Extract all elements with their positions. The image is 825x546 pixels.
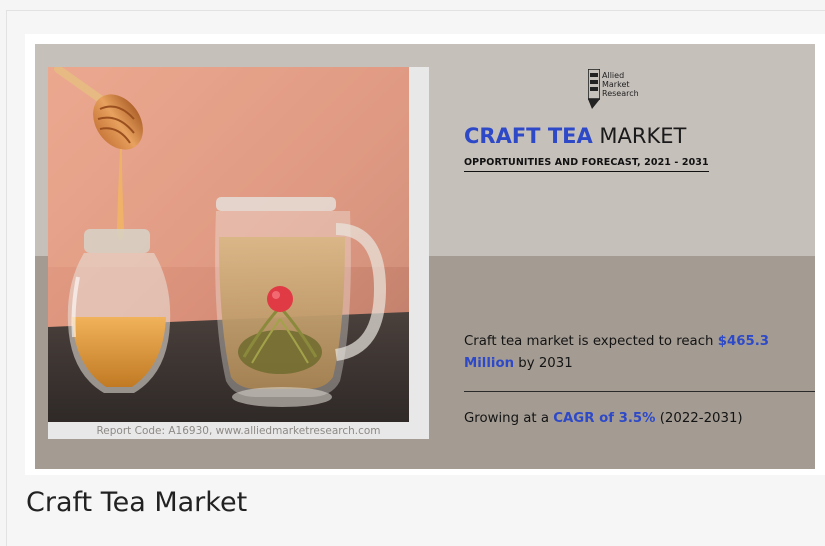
title-rest: MARKET: [592, 124, 687, 148]
tea-photo-illustration: [48, 67, 409, 422]
stat1-after: by 2031: [514, 356, 573, 371]
infographic-subtitle: OPPORTUNITIES AND FORECAST, 2021 - 2031: [464, 157, 709, 172]
stat2-before: Growing at a: [464, 411, 554, 426]
cagr-statement: Growing at a CAGR of 3.5% (2022-2031): [464, 408, 743, 430]
title-accent: CRAFT TEA: [464, 124, 593, 148]
figure-caption: Craft Tea Market: [26, 487, 248, 518]
content-card: Report Code: A16930, www.alliedmarketres…: [6, 10, 825, 546]
infographic-title: CRAFT TEA MARKET: [464, 122, 686, 150]
market-size-statement: Craft tea market is expected to reach $4…: [464, 331, 815, 375]
figure-image[interactable]: Report Code: A16930, www.alliedmarketres…: [25, 34, 825, 475]
stat1-before: Craft tea market is expected to reach: [464, 334, 718, 349]
photo-frame: Report Code: A16930, www.alliedmarketres…: [48, 67, 429, 439]
logo-line-3: Research: [602, 89, 639, 98]
page: Report Code: A16930, www.alliedmarketres…: [0, 0, 825, 546]
logo-line-2: Market: [602, 80, 630, 89]
divider: [464, 391, 815, 392]
allied-market-research-logo: Allied Market Research: [588, 69, 678, 111]
report-code: Report Code: A16930, www.alliedmarketres…: [96, 425, 381, 437]
tea-photo: [48, 67, 409, 422]
stat2-after: (2022-2031): [655, 411, 743, 426]
infographic: Report Code: A16930, www.alliedmarketres…: [35, 44, 815, 469]
logo-line-1: Allied: [602, 71, 625, 80]
allied-market-research-logo-icon: [588, 69, 600, 109]
cagr-value: CAGR of 3.5%: [553, 411, 656, 426]
logo-text: Allied Market Research: [602, 71, 672, 98]
